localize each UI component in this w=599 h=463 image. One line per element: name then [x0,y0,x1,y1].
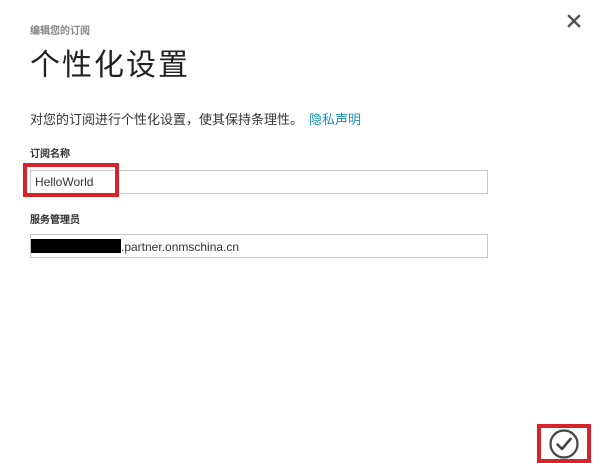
subscription-name-input[interactable] [30,170,488,194]
service-admin-field: .partner.onmschina.cn [30,234,488,258]
close-button[interactable] [566,13,582,29]
subscription-name-label: 订阅名称 [30,149,70,160]
privacy-statement-link[interactable]: 隐私声明 [309,113,361,128]
confirm-button[interactable] [548,428,580,460]
service-admin-label: 服务管理员 [30,215,80,226]
page-title: 个性化设置 [30,48,190,83]
service-admin-domain: .partner.onmschina.cn [121,239,240,254]
description-body: 对您的订阅进行个性化设置，使其保持条理性。 [30,113,304,128]
close-icon [567,14,581,28]
description-text: 对您的订阅进行个性化设置，使其保持条理性。 隐私声明 [30,112,361,130]
checkmark-icon [549,429,579,459]
redacted-block [31,238,121,253]
dialog-subtitle: 编辑您的订阅 [30,26,90,37]
personalize-dialog: 编辑您的订阅 个性化设置 对您的订阅进行个性化设置，使其保持条理性。 隐私声明 订… [0,0,599,463]
